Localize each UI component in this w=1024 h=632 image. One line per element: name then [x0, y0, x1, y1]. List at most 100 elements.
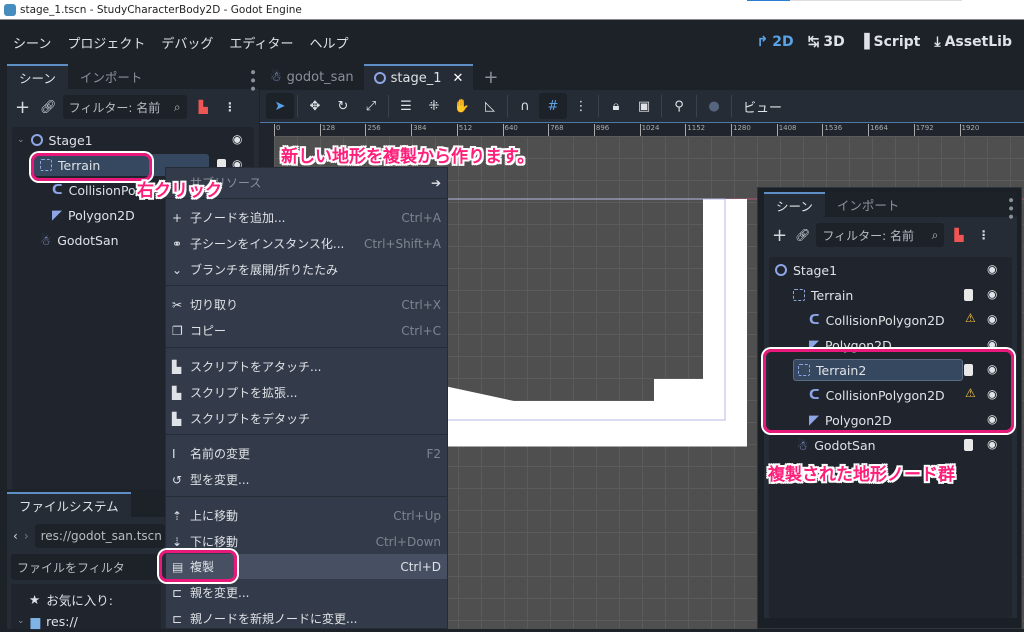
menu-item[interactable]: ↺ 型を変更...	[166, 467, 447, 492]
tree-node-godotsan[interactable]: ☃ GodotSan	[40, 229, 119, 251]
tree-node[interactable]: Stage1	[775, 259, 837, 281]
workspace-script[interactable]: ▐ Script	[859, 34, 921, 50]
ruler-tick: 1152	[685, 124, 705, 136]
tab-import[interactable]: インポート	[825, 192, 912, 217]
menu-item[interactable]: ⌄ ブランチを展開/折りたたみ	[166, 257, 447, 282]
script-icon[interactable]	[964, 439, 973, 451]
menu-separator	[166, 285, 447, 286]
menu-help[interactable]: ヘルプ	[309, 33, 348, 52]
close-tab-icon[interactable]: ✕	[453, 71, 464, 86]
workspace-assetlib[interactable]: ⤓ AssetLib	[934, 34, 1012, 50]
menu-item[interactable]: ⚭ 子シーンをインスタンス化... Ctrl+Shift+A	[166, 231, 447, 256]
tab-scene[interactable]: シーン	[7, 64, 68, 89]
3d-icon: ↹	[807, 34, 820, 50]
duplicated-nodes-highlight	[763, 349, 1014, 433]
add-node-button[interactable]: +	[15, 97, 30, 118]
ruler-icon[interactable]: ◺	[476, 93, 504, 119]
rotate-mode-icon[interactable]: ↻	[329, 93, 357, 119]
visibility-eye-icon[interactable]: ◉	[987, 312, 997, 326]
new-tab-button[interactable]: +	[473, 64, 508, 90]
tree-node[interactable]: Terrain	[793, 284, 853, 306]
horizontal-ruler: 0 128 256 384 512 640 768 896 1024 1152 1280 1408 15…	[260, 122, 1024, 136]
dock-menu-icon[interactable]: •••	[244, 68, 260, 93]
move-down-icon: ⇣	[172, 534, 183, 549]
menu-project[interactable]: プロジェクト	[67, 33, 145, 52]
tab-scene[interactable]: シーン	[764, 192, 825, 217]
characterbody-icon: ☃	[40, 232, 52, 248]
menu-bar: シーン プロジェクト デバッグ エディター ヘルプ ↱ 2D ↹ 3D ▐ Scrip…	[0, 21, 1024, 64]
script-icon: ▐	[858, 34, 870, 50]
more-menu-icon[interactable]: ⋮	[224, 100, 236, 114]
tab-godot-san[interactable]: ☃ godot_san	[260, 64, 364, 90]
menu-item[interactable]: ⇡ 上に移動 Ctrl+Up	[166, 503, 447, 528]
menu-item[interactable]: ⊏ 親を変更...	[166, 580, 447, 605]
more-menu-icon[interactable]: ⋮	[978, 228, 990, 242]
reparent-new-icon: ⊏	[172, 611, 183, 626]
visibility-eye-icon[interactable]: ◉	[987, 437, 997, 451]
move-mode-icon[interactable]: ✥	[301, 93, 329, 119]
dock-menu-icon[interactable]: •••	[1002, 196, 1018, 221]
scene-filter-input[interactable]: フィルター: 名前 ⌕	[816, 223, 945, 247]
camera-icon[interactable]: ●	[700, 93, 728, 119]
grid-snap-icon[interactable]: #	[539, 93, 567, 119]
add-node-button[interactable]: +	[772, 225, 787, 246]
favorites-item[interactable]: ★ お気に入り:	[29, 588, 113, 610]
tree-node-collisionpolygon[interactable]: ᑕ CollisionPol	[52, 179, 139, 201]
warning-icon[interactable]: ⚠	[965, 311, 976, 325]
visibility-eye-icon[interactable]: ◉	[987, 262, 997, 276]
menu-debug[interactable]: デバッグ	[161, 33, 213, 52]
group-icon[interactable]: ▣	[630, 93, 658, 119]
tab-stage-1[interactable]: stage_1 ✕	[363, 64, 474, 90]
script-attach-icon: ▙	[172, 359, 182, 374]
ruler-tick: 1536	[822, 124, 842, 136]
pivot-icon[interactable]: ⁜	[420, 93, 448, 119]
menu-item[interactable]: ▙ スクリプトをデタッチ	[166, 406, 447, 431]
scene-filter-input[interactable]: フィルター: 名前 ⌕	[62, 95, 187, 119]
view-menu-button[interactable]: ビュー	[735, 93, 790, 119]
tree-node[interactable]: ᑕ CollisionPolygon2D	[809, 309, 945, 331]
visibility-eye-icon[interactable]: ◉	[987, 287, 997, 301]
pan-icon[interactable]: ✋	[448, 93, 476, 119]
tab-filesystem[interactable]: ファイルシステム	[7, 492, 131, 517]
menu-editor[interactable]: エディター	[229, 33, 293, 52]
tree-node-polygon2d[interactable]: ◤ Polygon2D	[52, 204, 135, 226]
ruler-tick: 128	[319, 124, 335, 136]
2d-icon: ↱	[756, 34, 769, 50]
workspace-2d[interactable]: ↱ 2D	[757, 34, 794, 50]
scale-mode-icon[interactable]: ⤢	[357, 93, 385, 119]
ruler-tick: 1280	[731, 124, 751, 136]
script-icon[interactable]	[964, 289, 973, 301]
snap-options-icon[interactable]: ⋮	[567, 93, 595, 119]
forward-icon[interactable]: ›	[24, 529, 29, 543]
path-field[interactable]: res://godot_san.tscn	[34, 524, 165, 548]
script-detach-icon[interactable]: ▙	[954, 228, 963, 242]
menu-item[interactable]: + 子ノードを追加... Ctrl+A	[166, 205, 447, 230]
workspace-3d[interactable]: ↹ 3D	[808, 34, 845, 50]
file-filter-input[interactable]: ファイルをフィルタ	[11, 554, 161, 580]
menu-item[interactable]: ▙ スクリプトを拡張...	[166, 380, 447, 405]
instance-scene-icon[interactable]: 🔗︎	[40, 100, 57, 115]
lock-icon[interactable]: 🔒︎	[602, 93, 630, 119]
back-icon[interactable]: ‹	[13, 529, 18, 543]
scissors-icon: ✂	[172, 297, 183, 312]
menu-scene[interactable]: シーン	[13, 33, 51, 52]
select-mode-icon[interactable]: ➤	[266, 93, 294, 119]
collisionpolygon-icon: ᑕ	[809, 312, 820, 328]
tree-node-stage1[interactable]: ⌄ Stage1	[17, 129, 93, 151]
ruler-tick: 896	[593, 124, 609, 136]
menu-item[interactable]: ❐ コピー Ctrl+C	[166, 318, 447, 343]
smart-snap-icon[interactable]: ∩	[511, 93, 539, 119]
taskbar-progress	[747, 0, 790, 1]
menu-item[interactable]: ⊏ 親ノードを新規ノードに変更...	[166, 606, 447, 631]
instance-scene-icon[interactable]: 🔗︎	[795, 228, 810, 242]
folder-icon: ▆	[30, 613, 41, 629]
tab-import[interactable]: インポート	[68, 64, 155, 89]
menu-item[interactable]: I 名前の変更 F2	[166, 441, 447, 466]
menu-item[interactable]: ▙ スクリプトをアタッチ...	[166, 354, 447, 379]
menu-item[interactable]: ✂ 切り取り Ctrl+X	[166, 292, 447, 317]
tree-node[interactable]: ☃ GodotSan	[797, 434, 876, 456]
script-detach-icon[interactable]: ▙	[199, 100, 208, 114]
bone-icon[interactable]: ⚲	[665, 93, 693, 119]
visibility-eye-icon[interactable]: ◉	[232, 132, 242, 146]
list-select-icon[interactable]: ☰	[392, 93, 420, 119]
